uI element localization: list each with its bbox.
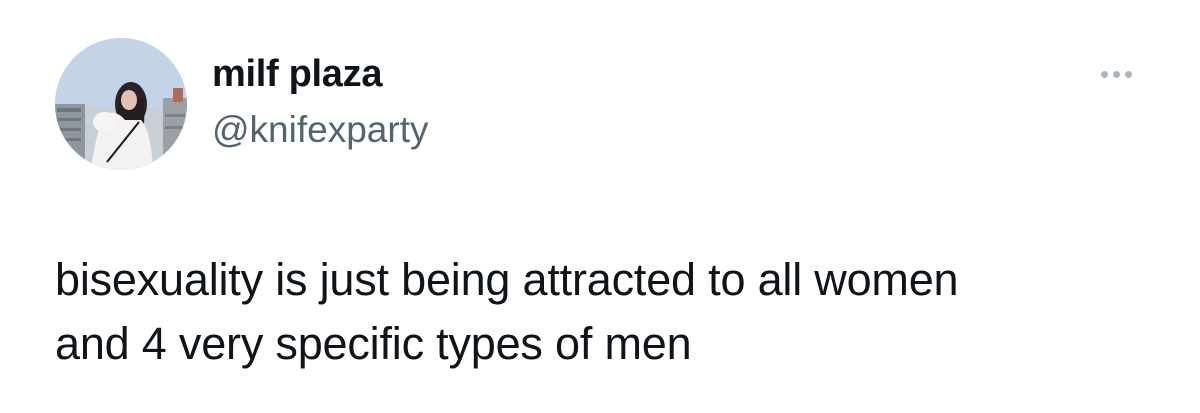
avatar-image	[55, 38, 187, 170]
tweet-text: bisexuality is just being attracted to a…	[55, 248, 1155, 376]
tweet-text-line: bisexuality is just being attracted to a…	[55, 254, 959, 305]
tweet-card: milf plaza @knifexparty bisexuality is j…	[0, 0, 1200, 413]
avatar[interactable]	[55, 38, 187, 170]
author-handle[interactable]: @knifexparty	[212, 106, 428, 154]
more-options-button[interactable]	[1086, 56, 1146, 92]
author-display-name[interactable]: milf plaza	[212, 50, 382, 98]
more-horizontal-icon	[1100, 70, 1132, 78]
tweet-text-line: and 4 very specific types of men	[55, 318, 692, 369]
